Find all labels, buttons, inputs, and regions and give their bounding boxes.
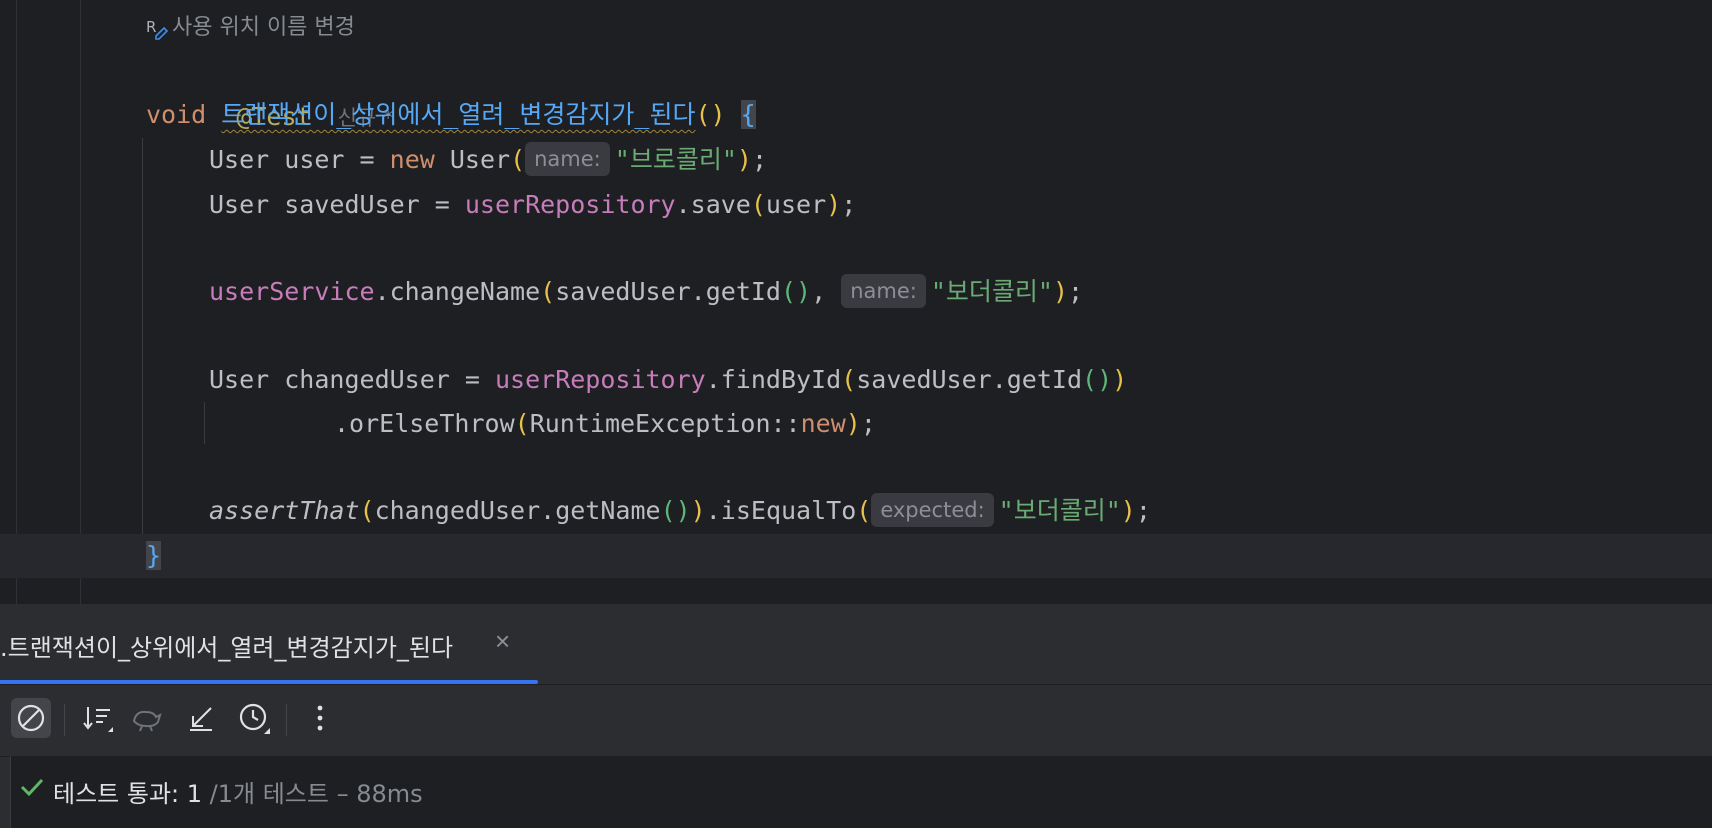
paren-open: (: [841, 365, 857, 394]
run-tab-bar: .트랜잭션이_상위에서_열려_변경감지가_된다 ×: [0, 604, 1712, 685]
saveduser-decl: User savedUser =: [209, 190, 465, 219]
field-userrepository: userRepository: [494, 365, 706, 394]
ctor-name: User: [434, 145, 511, 174]
paren-open: (: [514, 409, 530, 438]
paren-open: (: [510, 145, 526, 174]
method-parens: (): [695, 100, 726, 129]
run-tab-title[interactable]: .트랜잭션이_상위에서_열려_변경감지가_된다: [0, 628, 453, 663]
paren-close: ): [826, 190, 842, 219]
paren-close: ): [690, 496, 706, 525]
paren-close: ): [1112, 365, 1128, 394]
method-close-brace: }: [146, 541, 162, 570]
field-userrepository: userRepository: [464, 190, 676, 219]
paren-open: (: [359, 496, 375, 525]
semicolon: ;: [751, 145, 767, 174]
semicolon: ;: [860, 409, 876, 438]
new-keyword: new: [800, 409, 846, 438]
inner-parens: (): [781, 277, 812, 306]
more-icon[interactable]: [300, 698, 340, 738]
usage-hint-text: 사용 위치 이름 변경: [172, 15, 355, 40]
string-literal: "브로콜리": [614, 145, 737, 174]
method-changename: .changeName: [374, 277, 541, 306]
inner-parens: (): [660, 496, 691, 525]
paren-close: ): [845, 409, 861, 438]
param-hint-name: name:: [525, 142, 610, 176]
collapse-icon[interactable]: [181, 698, 221, 738]
paren-close: ): [736, 145, 752, 174]
test-result-text: 테스트 통과: 1 /1개 테스트 – 88ms: [53, 774, 423, 809]
paren-close-2: ): [1120, 496, 1136, 525]
param-hint-name: name:: [841, 274, 926, 308]
paren-open-2: (: [856, 496, 872, 525]
code-line-3: userService.changeName(savedUser.getId()…: [0, 270, 1712, 314]
code-line-2: User savedUser = userRepository.save(use…: [0, 183, 1712, 227]
arg-getid: savedUser.getId: [555, 277, 781, 306]
rename-icon: R: [146, 18, 168, 40]
toolbar-separator: [64, 704, 65, 736]
code-editor[interactable]: R 사용 위치 이름 변경 @Test 신규 * void 트랜잭션이_상위에서_…: [0, 0, 1712, 604]
run-tool-window: .트랜잭션이_상위에서_열려_변경감지가_된다 × 테스트 통과: 1 /1개 …: [0, 604, 1712, 828]
method-findbyid: .findById: [705, 365, 842, 394]
paren-open: (: [540, 277, 556, 306]
history-icon[interactable]: [234, 698, 274, 738]
code-line-5: .orElseThrow(RuntimeException::new);: [0, 402, 1712, 446]
inner-parens: (): [1082, 365, 1113, 394]
field-userservice: userService: [209, 277, 375, 306]
runtimeexception-ref: RuntimeException::: [529, 409, 801, 438]
usage-hint-line: R 사용 위치 이름 변경: [0, 6, 1712, 50]
void-keyword: void: [146, 100, 207, 129]
assertthat-call: assertThat: [209, 496, 360, 525]
svg-text:R: R: [146, 18, 156, 36]
comma: ,: [811, 277, 842, 306]
code-line-6: assertThat(changedUser.getName()).isEqua…: [0, 489, 1712, 533]
new-keyword: new: [389, 145, 435, 174]
method-isequalto: .isEqualTo: [705, 496, 857, 525]
tests-total-duration: /1개 테스트 – 88ms: [202, 780, 423, 808]
stop-icon[interactable]: [11, 698, 51, 738]
string-literal: "보더콜리": [998, 496, 1121, 525]
paren-open: (: [750, 190, 766, 219]
type-user: User: [209, 145, 270, 174]
method-save: .save: [675, 190, 751, 219]
tests-passed-count: 테스트 통과: 1: [53, 780, 203, 808]
semicolon: ;: [1135, 496, 1151, 525]
import-tests-icon: [127, 698, 167, 738]
code-line-4: User changedUser = userRepository.findBy…: [0, 358, 1712, 402]
rename-usages-hint[interactable]: R 사용 위치 이름 변경: [146, 6, 355, 50]
arg-user: user: [765, 190, 827, 219]
code-line-signature: void 트랜잭션이_상위에서_열려_변경감지가_된다() {: [0, 93, 1712, 137]
run-toolbar: [0, 684, 1712, 757]
user-var: user =: [269, 145, 390, 174]
string-literal: "보더콜리": [930, 277, 1053, 306]
method-orelsethrow: .orElseThrow: [334, 409, 515, 438]
paren-close: ): [1052, 277, 1069, 306]
arg-getid: savedUser.getId: [856, 365, 1083, 394]
code-line-1: User user = new User(name: "브로콜리");: [0, 138, 1712, 182]
close-icon[interactable]: ×: [495, 626, 510, 657]
code-line-close: }: [0, 534, 1712, 578]
toolbar-separator: [286, 704, 287, 736]
method-open-brace: {: [740, 100, 756, 129]
changeduser-decl: User changedUser =: [209, 365, 495, 394]
test-status-bar: 테스트 통과: 1 /1개 테스트 – 88ms: [10, 756, 1712, 828]
param-hint-expected: expected:: [871, 493, 994, 527]
code-line-annotation: @Test 신규 *: [0, 51, 1712, 131]
sort-icon[interactable]: [78, 698, 118, 738]
semicolon: ;: [841, 190, 857, 219]
arg-getname: changedUser.getName: [374, 496, 661, 525]
check-icon: [20, 778, 44, 797]
method-name[interactable]: 트랜잭션이_상위에서_열려_변경감지가_된다: [221, 100, 695, 129]
semicolon: ;: [1068, 277, 1084, 306]
